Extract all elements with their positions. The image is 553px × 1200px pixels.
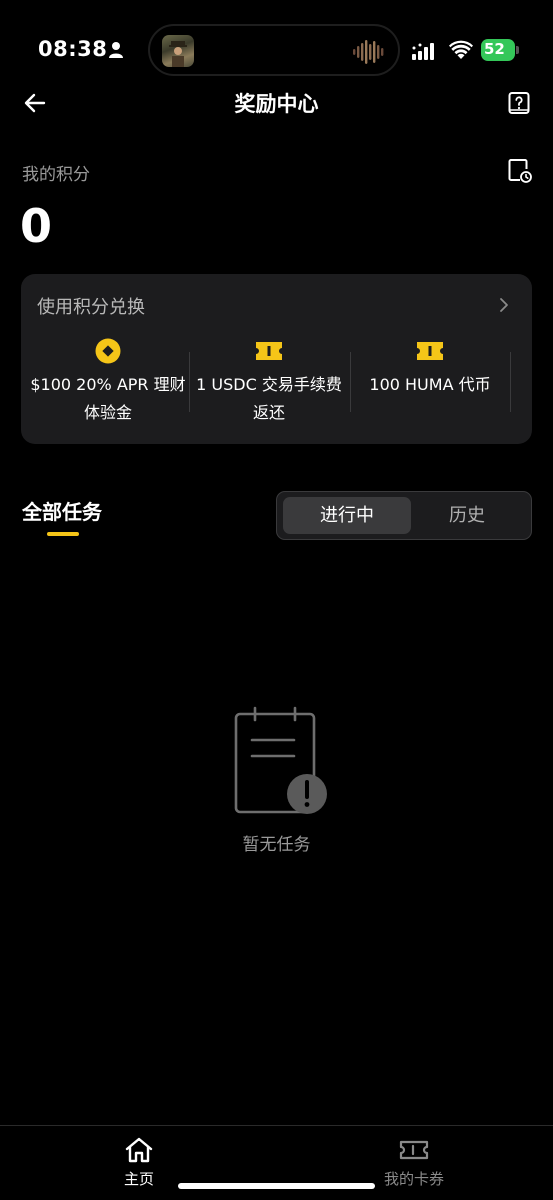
nav-label: 我的卡券 bbox=[383, 1170, 444, 1188]
home-icon bbox=[125, 1137, 153, 1163]
empty-tasks-icon bbox=[234, 706, 327, 814]
redeem-item-apr-voucher[interactable]: $100 20% APR 理财体验金 bbox=[24, 338, 192, 428]
points-label: 我的积分 bbox=[22, 165, 90, 185]
battery-level: 52 bbox=[484, 40, 505, 58]
redeem-title: 使用积分兑换 bbox=[37, 297, 145, 318]
redeem-card[interactable]: 使用积分兑换 $100 20% APR 理财体验金 1 USDC 交易手续费返还… bbox=[21, 274, 532, 444]
person-icon bbox=[109, 42, 123, 58]
battery-body: 52 bbox=[481, 39, 515, 61]
album-art-thumbnail bbox=[162, 35, 194, 67]
redeem-item-huma-token[interactable]: 100 HUMA 代币 bbox=[346, 338, 514, 428]
status-bar: 08:38 52 bbox=[0, 0, 553, 80]
ticket-icon bbox=[417, 342, 443, 360]
coin-icon bbox=[95, 338, 121, 364]
cellular-signal-icon bbox=[412, 43, 434, 60]
task-status-segmented-control: 进行中 历史 bbox=[276, 491, 532, 540]
chevron-right-icon[interactable] bbox=[497, 296, 511, 314]
nav-item-home[interactable]: 主页 bbox=[94, 1136, 184, 1189]
redeem-item-label: 100 HUMA 代币 bbox=[369, 375, 491, 394]
tab-all-tasks[interactable]: 全部任务 bbox=[22, 496, 102, 525]
nav-label: 主页 bbox=[123, 1170, 154, 1188]
redeem-item-fee-rebate[interactable]: 1 USDC 交易手续费返还 bbox=[185, 338, 353, 428]
active-tab-indicator bbox=[47, 532, 79, 536]
segment-in-progress[interactable]: 进行中 bbox=[283, 497, 411, 534]
audio-wave-icon bbox=[353, 40, 384, 64]
points-history-icon[interactable] bbox=[507, 158, 533, 184]
redeem-item-label: $100 20% APR 理财体验金 bbox=[30, 375, 186, 422]
segment-history[interactable]: 历史 bbox=[403, 497, 531, 534]
home-indicator bbox=[178, 1183, 375, 1189]
nav-item-my-coupons[interactable]: 我的卡券 bbox=[369, 1136, 459, 1189]
battery-cap bbox=[516, 46, 519, 54]
ticket-icon bbox=[256, 342, 282, 360]
wifi-icon bbox=[449, 40, 473, 59]
coupon-icon bbox=[399, 1140, 429, 1160]
battery-indicator: 52 bbox=[481, 39, 519, 61]
points-value: 0 bbox=[20, 199, 53, 253]
divider bbox=[510, 352, 511, 412]
page-title: 奖励中心 bbox=[234, 92, 319, 116]
redeem-item-label: 1 USDC 交易手续费返还 bbox=[196, 375, 342, 422]
status-time: 08:38 bbox=[38, 37, 108, 61]
help-book-icon[interactable] bbox=[507, 91, 531, 115]
dynamic-island[interactable] bbox=[148, 24, 400, 76]
empty-state-text: 暂无任务 bbox=[242, 835, 311, 855]
